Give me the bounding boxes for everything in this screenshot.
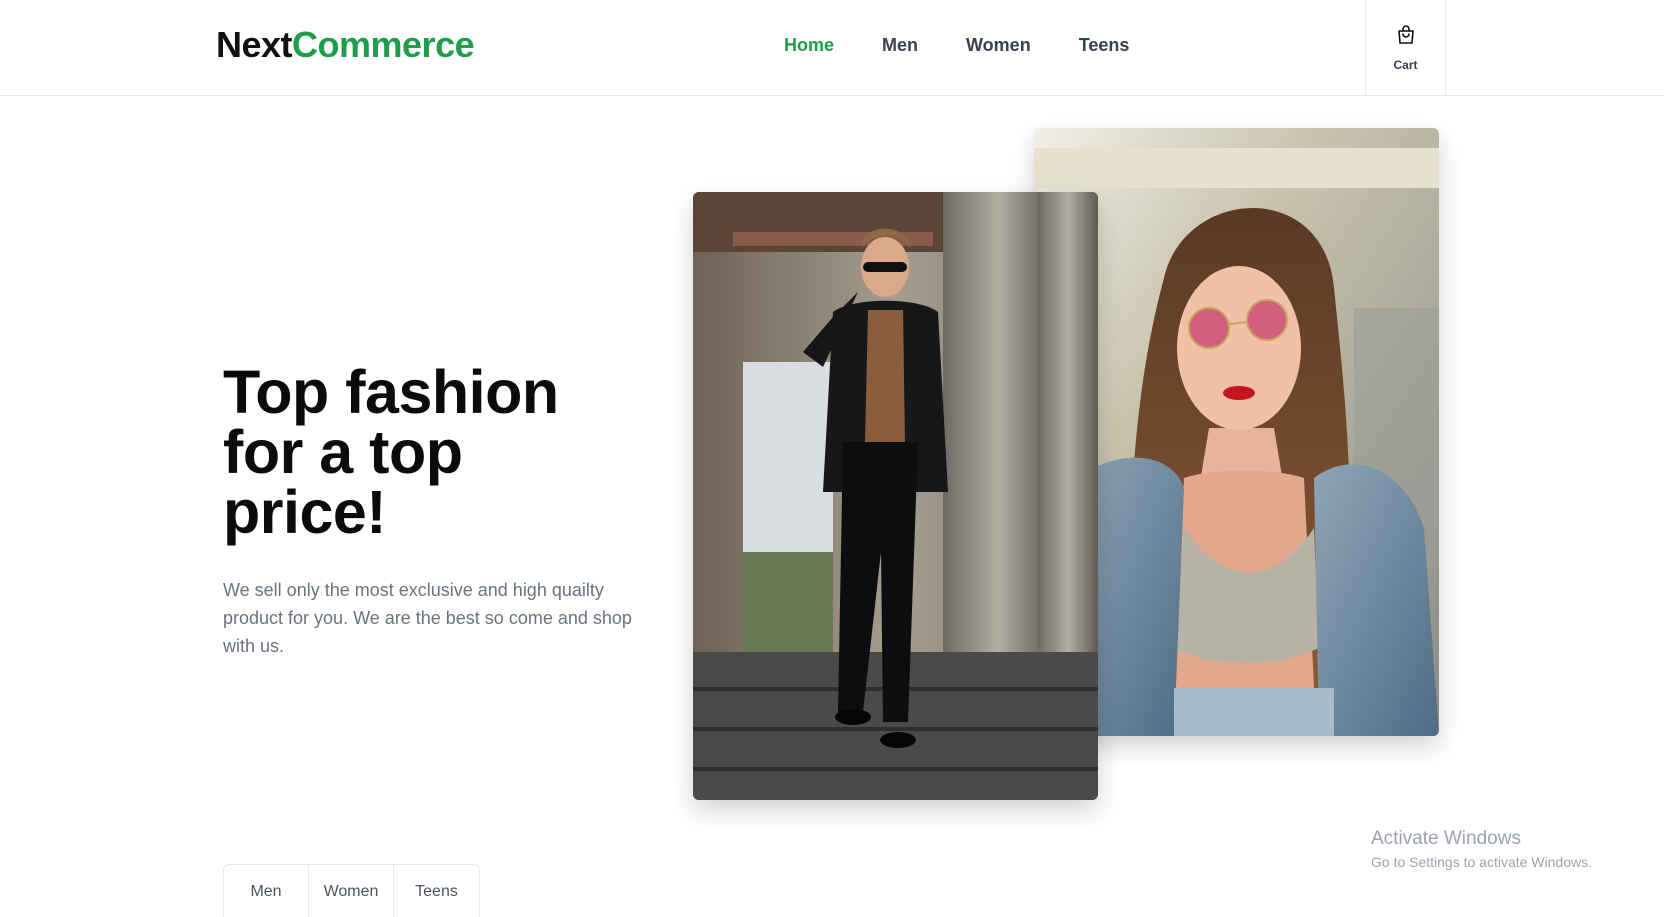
- nav-women[interactable]: Women: [966, 35, 1031, 56]
- brand-logo-part1: Next: [216, 24, 293, 65]
- watermark-subtitle: Go to Settings to activate Windows.: [1371, 854, 1592, 870]
- nav-teens[interactable]: Teens: [1079, 35, 1130, 56]
- windows-activation-watermark: Activate Windows Go to Settings to activ…: [1371, 828, 1592, 870]
- watermark-title: Activate Windows: [1371, 828, 1521, 849]
- category-tabs: Men Women Teens: [223, 864, 480, 917]
- nav-men[interactable]: Men: [882, 35, 918, 56]
- man-in-black-suit-photo: [693, 192, 1098, 800]
- hero-title: Top fashion for a top price!: [223, 358, 559, 546]
- tab-teens[interactable]: Teens: [394, 865, 479, 917]
- brand-logo[interactable]: NextCommerce: [216, 24, 475, 66]
- hero-description: We sell only the most exclusive and high…: [223, 580, 632, 656]
- cart-label: Cart: [1393, 58, 1418, 72]
- brand-logo-part2: Commerce: [292, 24, 475, 65]
- shopping-bag-icon: [1394, 23, 1418, 52]
- site-header: NextCommerce Home Men Women Teens Cart: [0, 0, 1664, 96]
- tab-men[interactable]: Men: [224, 865, 309, 917]
- tab-women[interactable]: Women: [309, 865, 394, 917]
- nav-home[interactable]: Home: [784, 35, 834, 56]
- main-nav: Home Men Women Teens: [784, 35, 1129, 56]
- cart-button[interactable]: Cart: [1365, 0, 1446, 95]
